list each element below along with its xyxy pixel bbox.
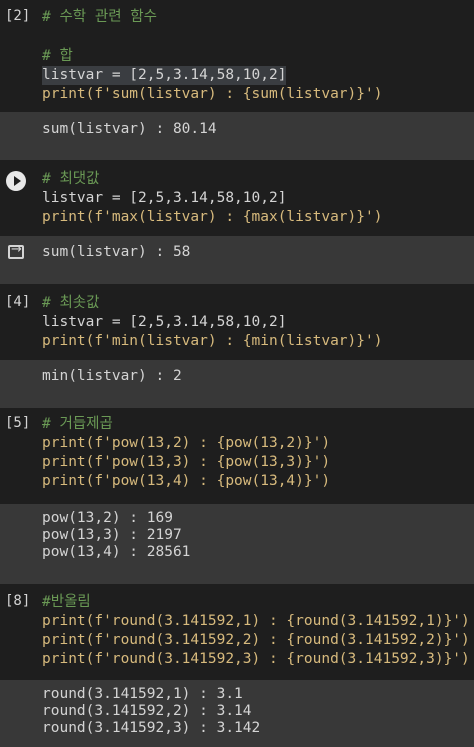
- output-line: pow(13,2) : 169: [42, 510, 173, 526]
- code-cell-5[interactable]: [5] # 거듭제곱 print(f'pow(13,2) : {pow(13,2…: [0, 408, 474, 504]
- code-line: # 최댓값: [42, 171, 100, 187]
- code-line: # 최솟값: [42, 295, 100, 311]
- execution-count: [5]: [5, 415, 31, 431]
- output-line: pow(13,4) : 28561: [42, 544, 191, 560]
- code-line: # 합: [42, 48, 73, 64]
- output-line: pow(13,3) : 2197: [42, 527, 182, 543]
- output-cell-5: pow(13,2) : 169 pow(13,3) : 2197 pow(13,…: [0, 504, 474, 584]
- output-line: sum(listvar) : 58: [42, 244, 191, 260]
- output-cell-1: sum(listvar) : 80.14: [0, 112, 474, 160]
- code-line: listvar = [2,5,3.14,58,10,2]: [42, 314, 287, 330]
- execution-count: [8]: [5, 593, 31, 609]
- code-line: print(f'round(3.141592,2) : {round(3.141…: [42, 632, 470, 648]
- play-icon[interactable]: [6, 171, 26, 191]
- code-line: listvar = [2,5,3.14,58,10,2]: [42, 190, 287, 206]
- code-cell-2[interactable]: # 최댓값 listvar = [2,5,3.14,58,10,2] print…: [0, 160, 474, 236]
- code-line: #반올림: [42, 594, 91, 610]
- code-line: # 수학 관련 함수: [42, 9, 157, 25]
- output-line: round(3.141592,2) : 3.14: [42, 703, 252, 719]
- code-line: print(f'pow(13,2) : {pow(13,2)}'): [42, 435, 331, 451]
- code-line: print(f'pow(13,4) : {pow(13,4)}'): [42, 473, 331, 489]
- output-line: min(listvar) : 2: [42, 368, 182, 384]
- code-cell-4[interactable]: [4] # 최솟값 listvar = [2,5,3.14,58,10,2] p…: [0, 284, 474, 360]
- code-line: # 거듭제곱: [42, 416, 113, 432]
- code-line: print(f'round(3.141592,3) : {round(3.141…: [42, 651, 470, 667]
- code-line: print(f'sum(listvar) : {sum(listvar)}'): [42, 86, 383, 102]
- code-line: listvar = [2,5,3.14,58,10,2]: [42, 66, 287, 85]
- execution-count: [2]: [5, 8, 31, 24]
- code-line: print(f'max(listvar) : {max(listvar)}'): [42, 209, 383, 225]
- execution-count: [4]: [5, 294, 31, 310]
- output-line: round(3.141592,3) : 3.142: [42, 720, 261, 736]
- code-line: print(f'round(3.141592,1) : {round(3.141…: [42, 613, 470, 629]
- output-cell-2: sum(listvar) : 58: [0, 236, 474, 284]
- code-cell-8[interactable]: [8] #반올림 print(f'round(3.141592,1) : {ro…: [0, 584, 474, 680]
- output-cell-8: round(3.141592,1) : 3.1 round(3.141592,2…: [0, 680, 474, 747]
- code-cell-1[interactable]: [2] # 수학 관련 함수 # 합 listvar = [2,5,3.14,5…: [0, 0, 474, 112]
- output-line: round(3.141592,1) : 3.1: [42, 686, 243, 702]
- code-line: print(f'min(listvar) : {min(listvar)}'): [42, 333, 383, 349]
- code-line: print(f'pow(13,3) : {pow(13,3)}'): [42, 454, 331, 470]
- output-line: sum(listvar) : 80.14: [42, 121, 217, 137]
- output-cell-4: min(listvar) : 2: [0, 360, 474, 408]
- output-redirect-icon[interactable]: [8, 242, 24, 259]
